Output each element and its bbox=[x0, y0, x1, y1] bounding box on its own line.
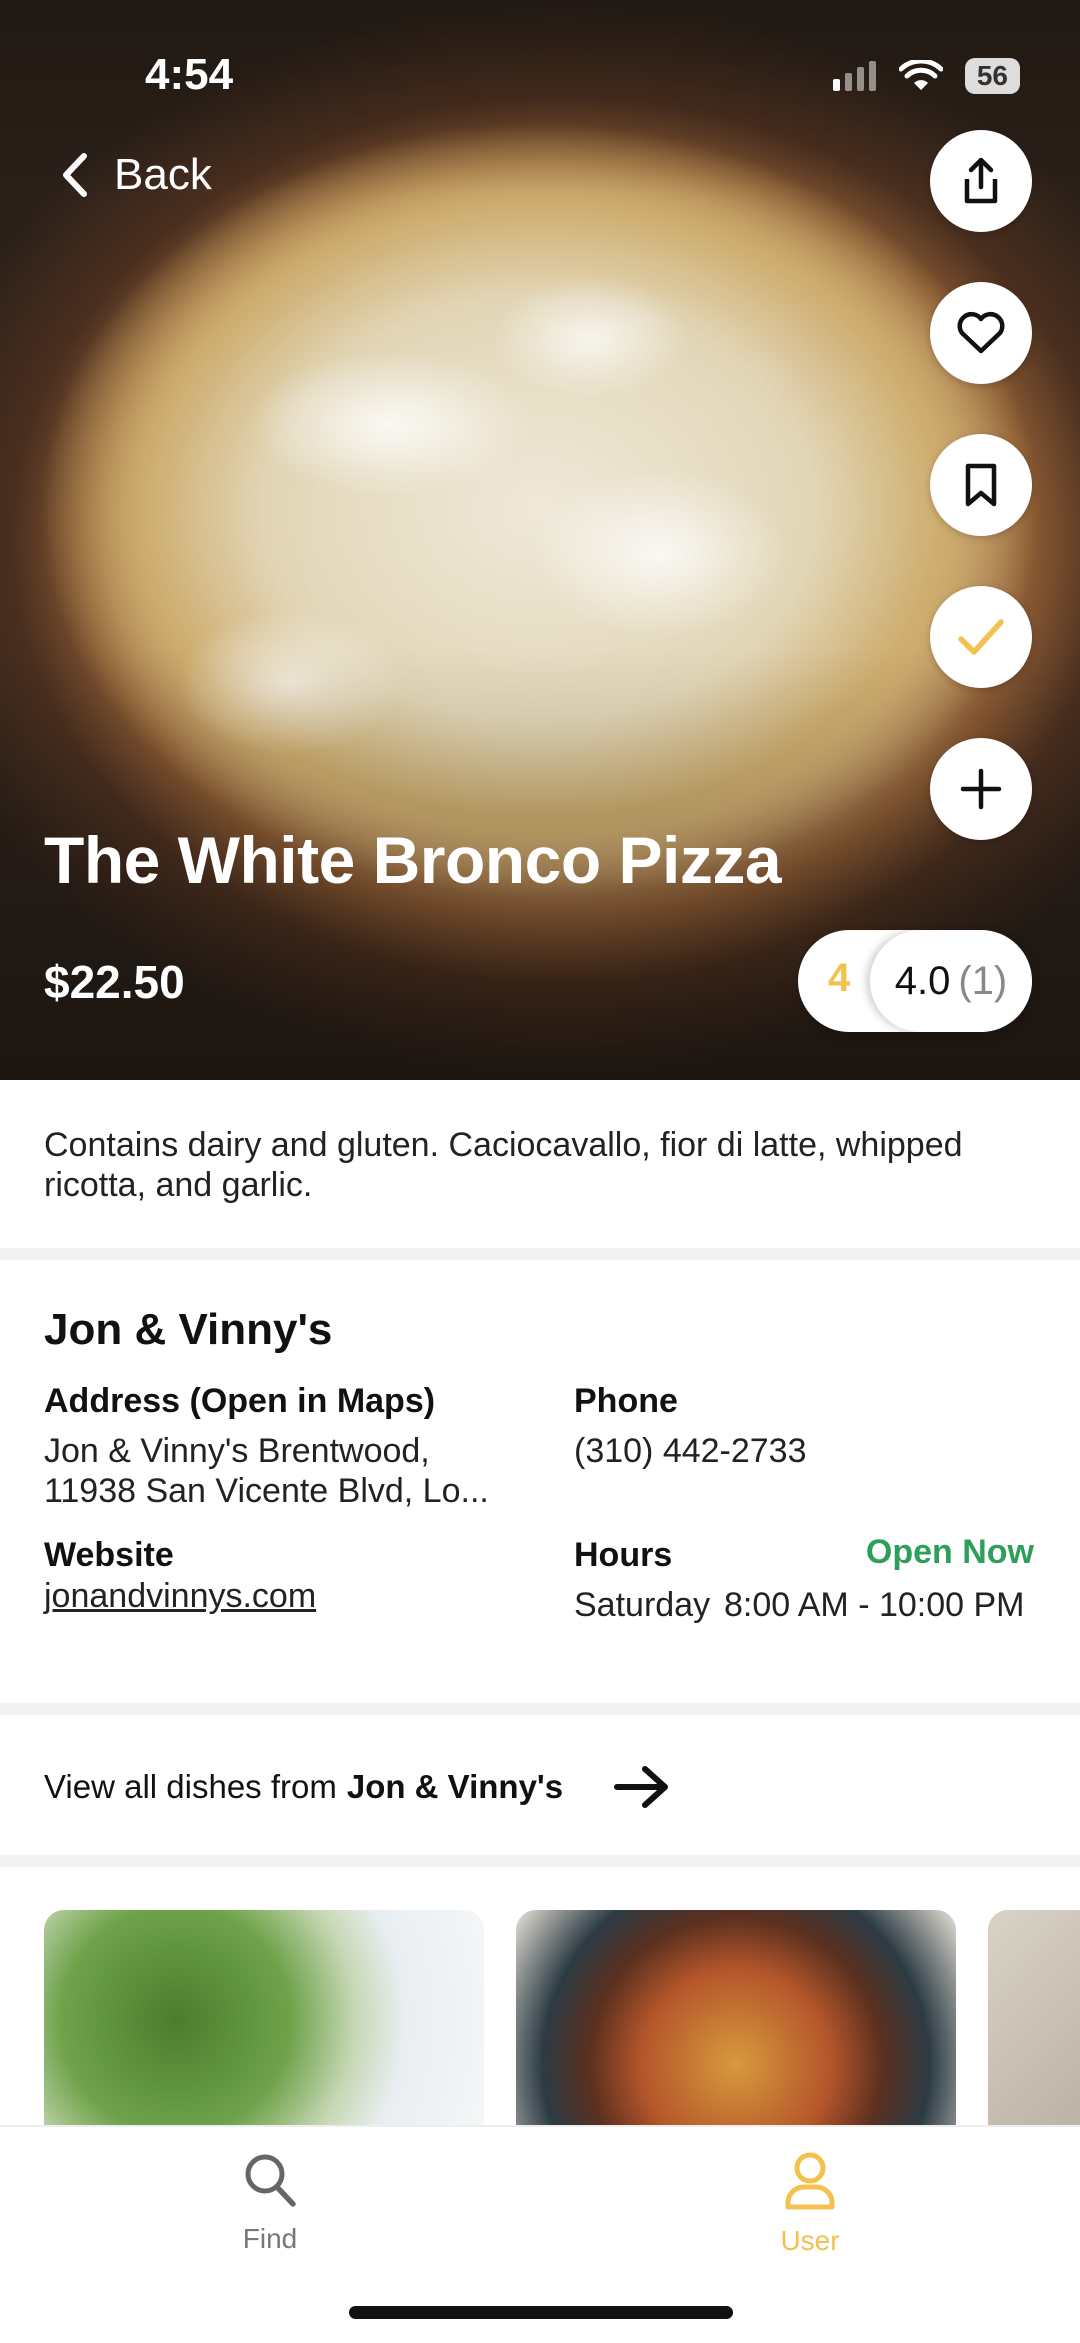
search-icon bbox=[245, 2154, 296, 2207]
battery-indicator: 56 bbox=[964, 58, 1020, 94]
status-time: 4:54 bbox=[145, 50, 234, 99]
dish-title: The White Bronco Pizza bbox=[44, 823, 782, 897]
wifi-icon bbox=[898, 60, 943, 90]
heart-icon bbox=[957, 311, 1005, 354]
tab-find-label: Find bbox=[242, 2223, 298, 2254]
bookmark-button[interactable] bbox=[930, 434, 1032, 536]
view-all-prefix: View all dishes from bbox=[44, 1768, 337, 1805]
rating-count: (1) bbox=[958, 958, 1008, 1003]
share-button[interactable] bbox=[930, 130, 1032, 232]
rating-pill[interactable]: 4 4.0 (1) bbox=[798, 930, 1032, 1032]
view-all-restaurant: Jon & Vinny's bbox=[346, 1768, 564, 1805]
tab-find[interactable]: Find bbox=[170, 2151, 370, 2255]
home-indicator bbox=[349, 2306, 733, 2319]
open-status: Open Now bbox=[865, 1533, 1034, 1571]
website-link[interactable]: jonandvinnys.com bbox=[44, 1576, 316, 1616]
average-rating: 4.0 (1) bbox=[870, 930, 1032, 1032]
tab-user[interactable]: User bbox=[710, 2151, 910, 2257]
phone-number[interactable]: (310) 442-2733 bbox=[574, 1431, 807, 1471]
dish-price: $22.50 bbox=[44, 956, 185, 1008]
status-icons: 56 bbox=[832, 58, 1020, 94]
my-rating: 4 bbox=[828, 956, 851, 1000]
user-icon bbox=[785, 2152, 835, 2210]
signal-icon bbox=[832, 61, 876, 91]
divider bbox=[0, 1248, 1080, 1260]
address-line-2[interactable]: 11938 San Vicente Blvd, Lo... bbox=[44, 1471, 489, 1511]
dish-actions bbox=[930, 130, 1032, 840]
address-label[interactable]: Address (Open in Maps) bbox=[44, 1382, 435, 1421]
plus-icon bbox=[960, 768, 1002, 810]
hours-label: Hours bbox=[574, 1536, 673, 1574]
chevron-left-icon bbox=[63, 153, 87, 197]
view-all-dishes-link[interactable]: View all dishes from Jon & Vinny's bbox=[44, 1763, 671, 1811]
add-button[interactable] bbox=[930, 738, 1032, 840]
dish-thumbnail[interactable] bbox=[516, 1910, 956, 2130]
phone-label: Phone bbox=[574, 1382, 678, 1420]
back-label: Back bbox=[114, 150, 212, 199]
address-line-1[interactable]: Jon & Vinny's Brentwood, bbox=[44, 1431, 430, 1471]
arrow-right-icon bbox=[613, 1763, 671, 1811]
tab-user-label: User bbox=[780, 2225, 840, 2256]
favorite-button[interactable] bbox=[930, 282, 1032, 384]
hours-time: 8:00 AM - 10:00 PM bbox=[724, 1586, 1025, 1624]
rating-value: 4.0 bbox=[894, 958, 951, 1003]
divider bbox=[0, 1703, 1080, 1715]
bookmark-icon bbox=[965, 463, 997, 507]
back-button[interactable]: Back bbox=[60, 150, 212, 200]
tried-button[interactable] bbox=[930, 586, 1032, 688]
website-label: Website bbox=[44, 1536, 174, 1574]
checkmark-icon bbox=[958, 619, 1004, 655]
related-dishes bbox=[44, 1910, 1080, 2130]
restaurant-name: Jon & Vinny's bbox=[44, 1305, 333, 1354]
share-icon bbox=[964, 157, 998, 204]
divider bbox=[0, 1855, 1080, 1867]
dish-description: Contains dairy and gluten. Caciocavallo,… bbox=[44, 1126, 963, 1204]
hours-day: Saturday bbox=[574, 1586, 711, 1624]
dish-thumbnail[interactable] bbox=[44, 1910, 484, 2130]
dish-thumbnail[interactable] bbox=[988, 1910, 1080, 2130]
